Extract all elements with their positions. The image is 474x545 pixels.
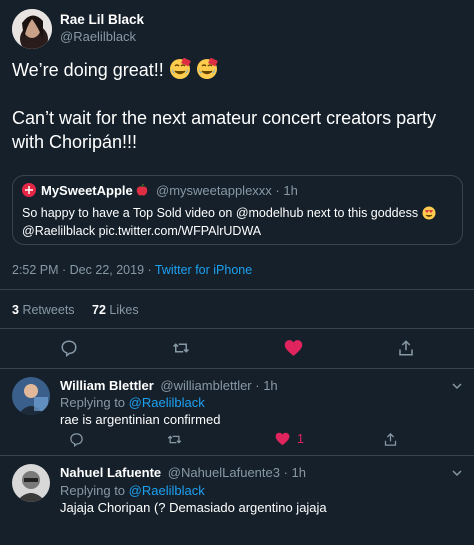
tweet-source[interactable]: Twitter for iPhone (155, 263, 252, 277)
reply-text: Jajaja Choripan (? Demasiado argentino j… (60, 500, 327, 515)
replying-to-handle[interactable]: @Raelilblack (129, 483, 205, 498)
replying-to-label: Replying to (60, 483, 126, 498)
reply-item[interactable]: Nahuel Lafuente @NahuelLafuente3 · 1h Re… (0, 456, 474, 545)
reply-avatar[interactable] (12, 464, 50, 502)
reply-text: rae is argentinian confirmed (60, 412, 221, 427)
reply-avatar[interactable] (12, 377, 50, 415)
quote-author-name: MySweetApple (41, 183, 133, 198)
likes-count: 72 (92, 303, 106, 317)
tweet-timestamp[interactable]: 2:52 PM · Dec 22, 2019 · (12, 263, 152, 277)
heart-eyes-icon (422, 206, 436, 225)
quote-time: · 1h (275, 183, 298, 198)
tweet-text-line1: We’re doing great!! (12, 60, 164, 80)
quote-text-line1: So happy to have a Top Sold video on @mo… (22, 206, 419, 220)
like-icon-filled[interactable] (275, 432, 290, 451)
divider (0, 289, 474, 290)
chevron-down-icon[interactable] (451, 466, 463, 484)
retweets-count: 3 (12, 303, 19, 317)
reply-author-handle[interactable]: @NahuelLafuente3 (168, 465, 280, 480)
retweets-stat[interactable]: 3 Retweets (12, 303, 78, 317)
reply-item[interactable]: William Blettler @williamblettler · 1h R… (0, 369, 474, 455)
quote-text-line2: @Raelilblack pic.twitter.com/WFPAlrUDWA (22, 224, 262, 238)
author-handle[interactable]: @Raelilblack (60, 29, 360, 44)
like-icon-filled[interactable] (284, 339, 303, 362)
share-icon[interactable] (397, 339, 415, 362)
reply-author-name[interactable]: Nahuel Lafuente (60, 465, 161, 480)
quote-author-handle: @mysweetapplexxx (156, 183, 272, 198)
retweet-icon[interactable] (167, 432, 182, 452)
replying-to-label: Replying to (60, 395, 126, 410)
reply-author-handle[interactable]: @williamblettler (160, 378, 251, 393)
chevron-down-icon[interactable] (451, 379, 463, 397)
reply-icon[interactable] (69, 432, 84, 452)
share-icon[interactable] (383, 432, 398, 452)
reply-time: · 1h (283, 465, 307, 480)
tweet-text-line2: Can’t wait for the next amateur concert … (12, 108, 437, 152)
red-apple-icon (136, 183, 148, 200)
likes-label: Likes (109, 303, 139, 317)
divider (0, 328, 474, 329)
quote-avatar (22, 183, 36, 197)
reply-author-name[interactable]: William Blettler (60, 378, 154, 393)
author-name[interactable]: Rae Lil Black (60, 12, 360, 27)
reply-icon[interactable] (60, 339, 78, 362)
reply-like-count: 1 (297, 432, 304, 446)
author-avatar[interactable] (12, 9, 52, 49)
smiling-face-with-tear-icon (169, 57, 191, 86)
smiling-face-with-tear-icon (196, 57, 218, 86)
retweets-label: Retweets (22, 303, 75, 317)
quoted-tweet[interactable]: MySweetApple @mysweetapplexxx · 1h So ha… (12, 175, 463, 245)
replying-to-handle[interactable]: @Raelilblack (129, 395, 205, 410)
retweet-icon[interactable] (172, 339, 190, 362)
reply-time: · 1h (255, 378, 278, 393)
likes-stat[interactable]: 72 Likes (92, 303, 139, 317)
